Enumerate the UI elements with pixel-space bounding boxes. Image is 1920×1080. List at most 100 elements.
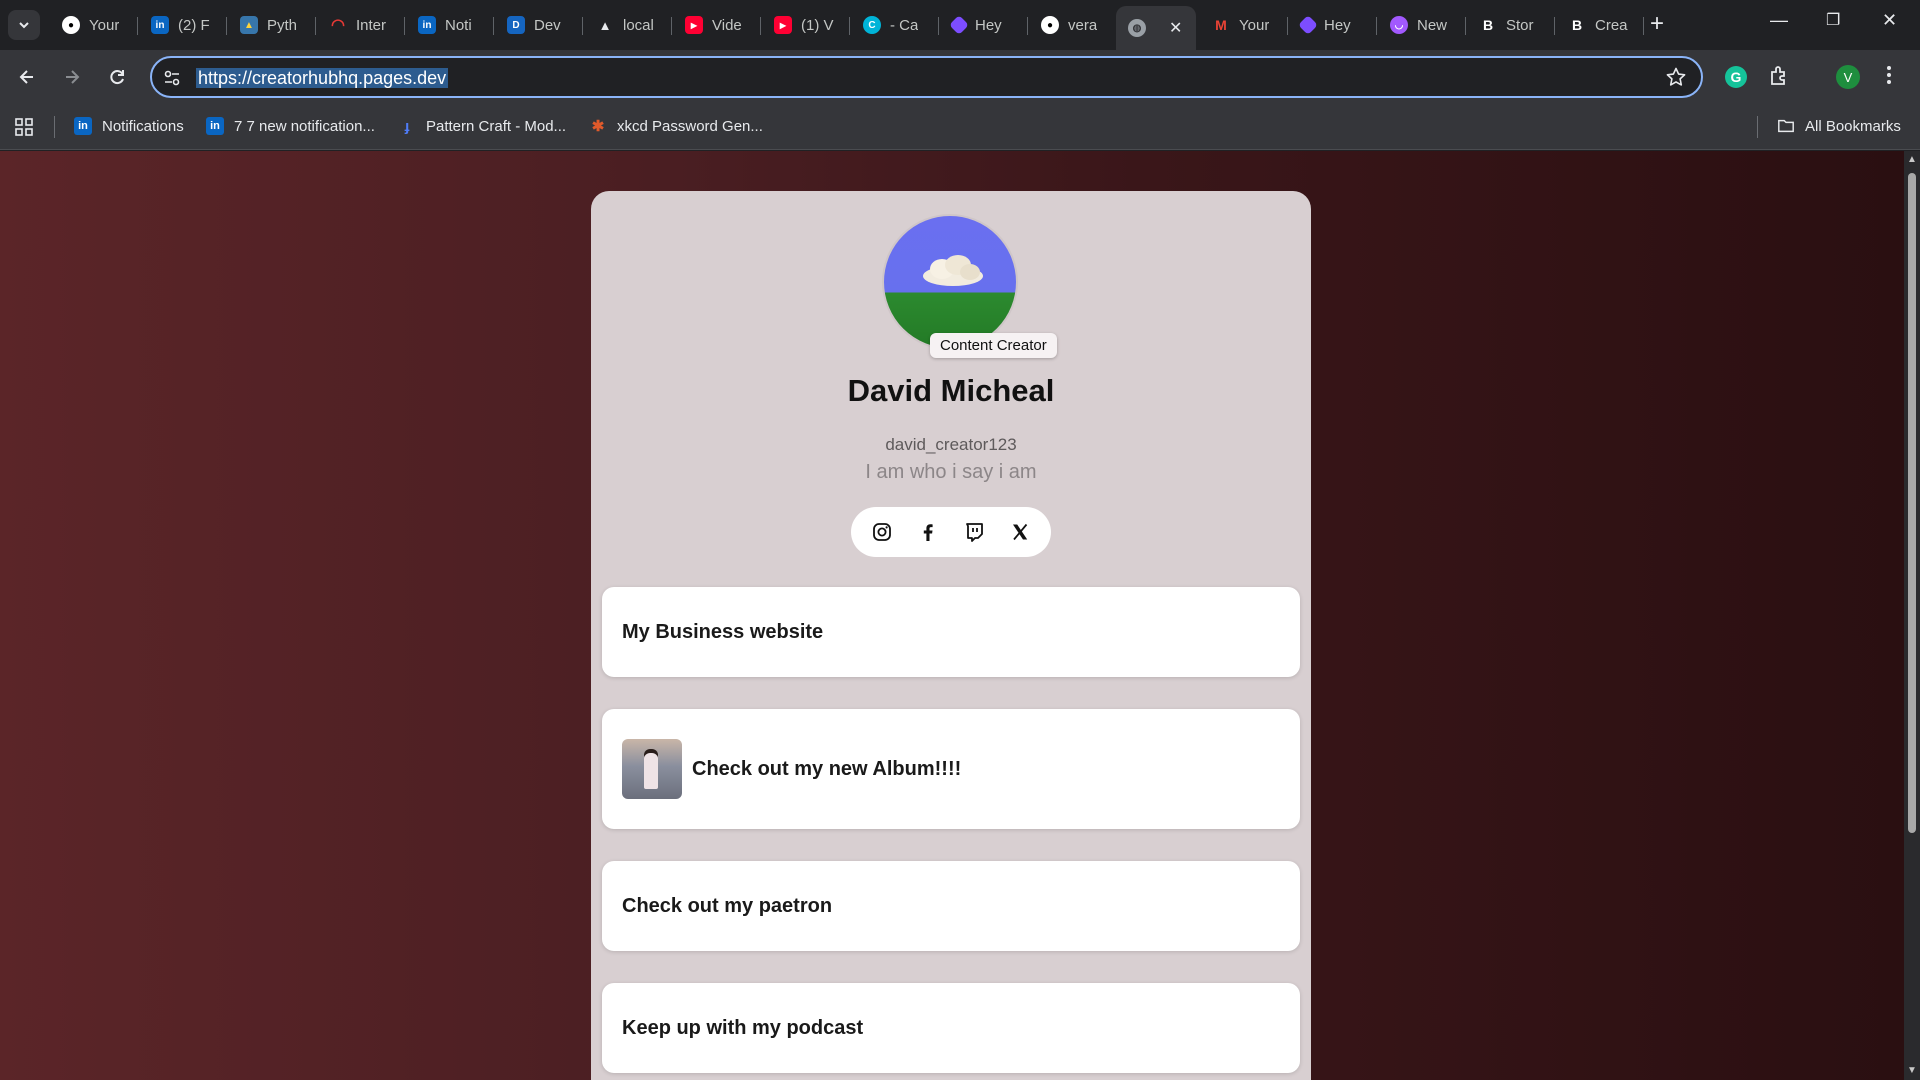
grammarly-icon[interactable]: G (1723, 64, 1749, 95)
address-bar[interactable]: https://creatorhubhq.pages.dev (150, 56, 1703, 98)
tab-local[interactable]: ▲ local (584, 8, 672, 42)
tab-title: Hey (1324, 16, 1351, 34)
arrow-left-icon (19, 70, 33, 84)
tab-search-button[interactable] (8, 10, 40, 40)
tab-python[interactable]: ▲ Pyth (228, 8, 316, 42)
tab-title: Hey (975, 16, 1002, 34)
scroll-down-icon[interactable]: ▼ (1907, 1065, 1917, 1076)
bookmark-label: Pattern Craft - Mod... (426, 117, 567, 135)
tab-github-2[interactable]: ● vera (1029, 8, 1115, 42)
link-label: Check out my new Album!!!! (692, 757, 962, 780)
bookmarks-bar: in Notifications in 7 7 new notification… (0, 106, 1920, 150)
all-bookmarks-button[interactable]: All Bookmarks (1777, 117, 1901, 135)
b-icon: B (1482, 17, 1494, 33)
bookmark-star-icon[interactable] (1665, 66, 1687, 93)
pattern-icon: ɟ (404, 117, 410, 135)
bookmark-label: 7 7 new notification... (234, 117, 375, 135)
minimize-button[interactable]: — (1770, 10, 1788, 31)
tab-crea[interactable]: B Crea (1556, 8, 1644, 42)
role-badge: Content Creator (930, 333, 1057, 358)
tab-youtube-1[interactable]: ▶ Vide (673, 8, 761, 42)
link-paetron[interactable]: Check out my paetron (602, 861, 1300, 951)
instagram-icon[interactable] (867, 517, 897, 547)
tab-title: Inter (356, 16, 387, 34)
twitch-icon[interactable] (959, 517, 989, 547)
scrollbar-thumb[interactable] (1908, 173, 1916, 833)
facebook-icon[interactable] (913, 517, 943, 547)
bookmark-label: xkcd Password Gen... (617, 117, 763, 135)
bookmark-divider (54, 116, 55, 138)
profile-avatar[interactable]: V (1836, 65, 1860, 89)
tab-title: Pyth (267, 16, 298, 34)
tab-title: Dev (534, 16, 561, 34)
tab-title: (1) V (801, 16, 834, 34)
site-info-icon[interactable] (162, 68, 182, 93)
link-label: Check out my paetron (622, 894, 833, 917)
restore-button[interactable]: ❐ (1826, 10, 1840, 30)
close-tab-icon[interactable]: ✕ (1169, 18, 1182, 38)
profile-handle: david_creator123 (885, 435, 1017, 454)
url-text[interactable]: https://creatorhubhq.pages.dev (196, 68, 449, 88)
tab-new[interactable]: ◡ New (1378, 8, 1466, 42)
circle-icon: ◡ (1390, 16, 1408, 34)
tab-stor[interactable]: B Stor (1467, 8, 1555, 42)
album-thumbnail (622, 739, 682, 799)
tab-youtube-2[interactable]: ▶ (1) V (762, 8, 850, 42)
link-label: Keep up with my podcast (622, 1016, 864, 1039)
reload-button[interactable] (103, 63, 131, 91)
new-tab-button[interactable]: + (1650, 12, 1664, 36)
heygen-icon (1298, 15, 1318, 35)
x-icon[interactable] (1005, 517, 1035, 547)
tab-title: vera (1068, 16, 1098, 34)
bookmark-divider (1757, 116, 1758, 138)
tab-linkedin-2[interactable]: in Noti (406, 8, 494, 42)
tab-inter[interactable]: ◠ Inter (317, 8, 405, 42)
xkcd-icon: ✱ (591, 118, 605, 135)
profile-picture (882, 214, 1018, 350)
all-bookmarks-label: All Bookmarks (1805, 117, 1901, 135)
triangle-icon: ▲ (598, 17, 612, 33)
cloud-icon (923, 255, 983, 286)
tab-title: - Ca (890, 16, 919, 34)
tab-title: Stor (1506, 16, 1534, 34)
heygen-icon (949, 15, 969, 35)
link-new-album[interactable]: Check out my new Album!!!! (602, 709, 1300, 829)
forward-button[interactable] (58, 63, 86, 91)
bookmark-new-notifications[interactable]: in 7 7 new notification... (206, 117, 375, 135)
profile-bio: I am who i say i am (865, 461, 1037, 483)
tab-title: Your (1239, 16, 1270, 34)
arrow-right-icon (66, 70, 80, 84)
b-icon: B (1571, 17, 1583, 33)
tab-heygen-1[interactable]: Hey (940, 8, 1028, 42)
page-scrollbar[interactable]: ▲ ▼ (1904, 151, 1920, 1080)
tab-title: Vide (712, 16, 742, 34)
close-window-button[interactable]: ✕ (1882, 10, 1897, 31)
scroll-up-icon[interactable]: ▲ (1907, 154, 1917, 165)
browser-toolbar: https://creatorhubhq.pages.dev G V (0, 50, 1920, 106)
tab-canva[interactable]: C - Ca (851, 8, 939, 42)
bookmark-xkcd[interactable]: ✱ xkcd Password Gen... (589, 117, 763, 136)
link-podcast[interactable]: Keep up with my podcast (602, 983, 1300, 1073)
tab-dev[interactable]: D Dev (495, 8, 583, 42)
back-button[interactable] (13, 63, 41, 91)
tab-active-creatorhub[interactable]: ◍ ✕ (1116, 6, 1196, 50)
tab-linkedin-1[interactable]: in (2) F (139, 8, 227, 42)
chevron-down-icon (19, 22, 29, 29)
link-label: My Business website (622, 620, 824, 643)
link-business-website[interactable]: My Business website (602, 587, 1300, 677)
apps-grid-icon[interactable] (14, 117, 34, 137)
more-menu-icon[interactable] (1886, 63, 1892, 92)
bookmark-label: Notifications (102, 117, 184, 135)
bookmark-notifications[interactable]: in Notifications (74, 117, 184, 135)
tab-title: local (623, 16, 654, 34)
tab-title: Noti (445, 16, 472, 34)
tab-gmail[interactable]: M Your (1200, 8, 1288, 42)
linkedin-icon: in (74, 117, 92, 135)
c-icon: C (863, 16, 881, 34)
linkedin-icon: in (151, 16, 169, 34)
bookmark-pattern-craft[interactable]: ɟ Pattern Craft - Mod... (398, 117, 567, 135)
tab-github-1[interactable]: ● Your (50, 8, 138, 42)
tab-heygen-2[interactable]: Hey (1289, 8, 1377, 42)
extensions-icon[interactable] (1768, 64, 1792, 93)
tab-title: Crea (1595, 16, 1628, 34)
